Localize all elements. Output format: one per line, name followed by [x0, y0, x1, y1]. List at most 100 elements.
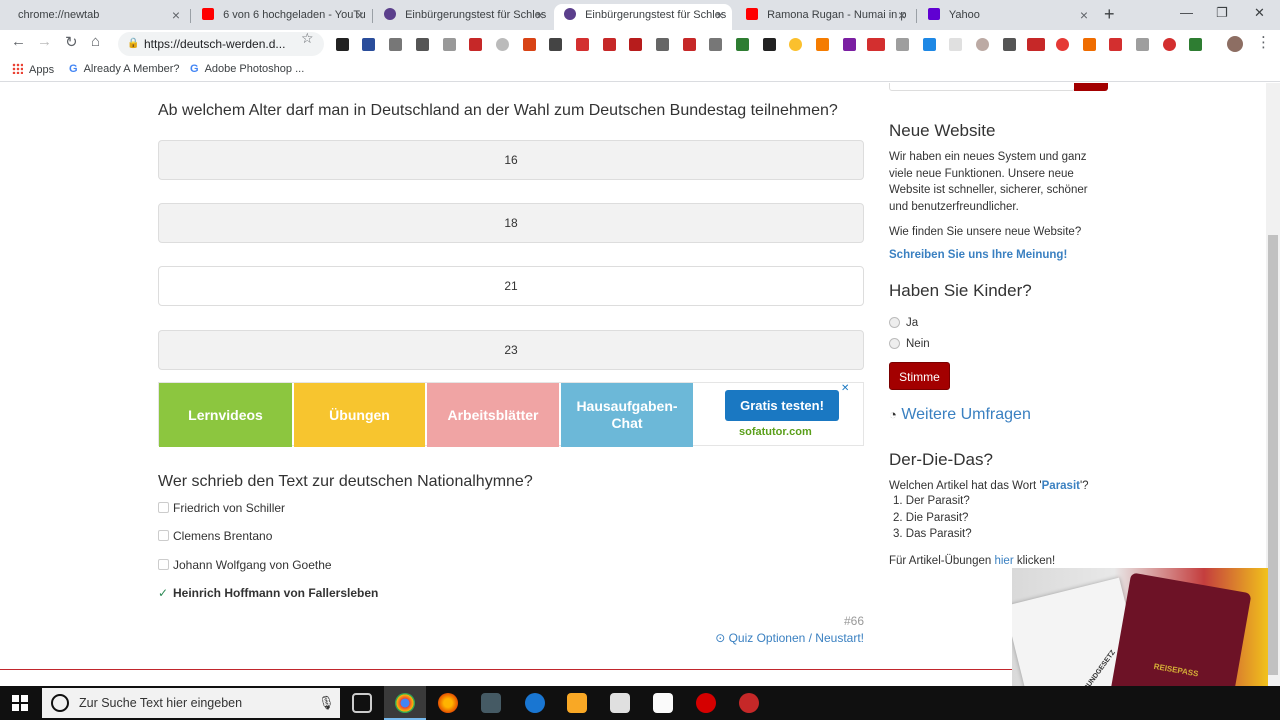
close-tab-icon[interactable]: ×: [536, 4, 544, 26]
page-scrollbar[interactable]: [1266, 83, 1280, 686]
poll-option-yes[interactable]: Ja: [889, 317, 918, 329]
extension-icon[interactable]: [469, 38, 482, 51]
extension-icon[interactable]: [816, 38, 829, 51]
poll-option-no[interactable]: Nein: [889, 338, 930, 350]
new-tab-button[interactable]: +: [1104, 4, 1115, 25]
checkbox-icon[interactable]: [158, 502, 169, 513]
extension-icon[interactable]: [1136, 38, 1149, 51]
answer-option[interactable]: 23: [158, 330, 864, 370]
minimize-icon[interactable]: —: [1180, 5, 1193, 20]
taskbar-search-input[interactable]: Zur Suche Text hier eingeben 🎙: [42, 688, 340, 718]
close-tab-icon[interactable]: ×: [1080, 4, 1088, 26]
restore-icon[interactable]: ❐: [1216, 5, 1228, 21]
extension-icon[interactable]: [629, 38, 642, 51]
search-button[interactable]: [1074, 83, 1108, 91]
file-explorer-icon[interactable]: [567, 693, 587, 713]
extension-icon[interactable]: [1003, 38, 1016, 51]
bookmark-item[interactable]: G Already A Member?: [69, 63, 180, 75]
reload-icon[interactable]: ↻: [65, 33, 78, 51]
gmail-icon[interactable]: [1109, 38, 1122, 51]
extension-icon[interactable]: [603, 38, 616, 51]
extension-icon[interactable]: [763, 38, 776, 51]
ad-segment[interactable]: Arbeitsblätter: [427, 383, 559, 447]
search-input[interactable]: [889, 83, 1075, 91]
extension-icon[interactable]: [389, 38, 402, 51]
extension-icon[interactable]: [336, 38, 349, 51]
extension-icon[interactable]: [549, 38, 562, 51]
windows-start-icon[interactable]: [12, 695, 28, 711]
extension-icon[interactable]: [1056, 38, 1069, 51]
ad-close-icon[interactable]: ✕: [841, 383, 849, 394]
article-option[interactable]: 2. Die Parasit?: [889, 510, 972, 527]
chrome-icon[interactable]: [395, 693, 415, 713]
answer-checkbox-option[interactable]: Friedrich von Schiller: [158, 501, 285, 515]
save-app-icon[interactable]: [481, 693, 501, 713]
extension-icon[interactable]: [896, 38, 909, 51]
profile-avatar[interactable]: [1227, 36, 1243, 52]
checkbox-icon[interactable]: [158, 559, 169, 570]
extension-icon[interactable]: [443, 38, 456, 51]
window-close-icon[interactable]: ✕: [1254, 5, 1265, 21]
word-link[interactable]: Parasit: [1042, 480, 1080, 492]
extension-icon[interactable]: [736, 38, 749, 51]
extension-icon[interactable]: [843, 38, 856, 51]
extension-icon[interactable]: [576, 38, 589, 51]
ad-segment[interactable]: Hausaufgaben-Chat: [561, 383, 693, 447]
store-icon[interactable]: [610, 693, 630, 713]
close-tab-icon[interactable]: ×: [716, 4, 724, 26]
close-tab-icon[interactable]: ×: [356, 4, 364, 26]
extension-icon[interactable]: [656, 38, 669, 51]
bookmark-apps[interactable]: Apps: [12, 63, 54, 76]
ad-segment[interactable]: Lernvideos: [159, 383, 292, 447]
browser-tab[interactable]: chrome://newtab ×: [8, 4, 188, 30]
home-icon[interactable]: ⌂: [91, 33, 100, 50]
extension-icon[interactable]: [362, 38, 375, 51]
extension-icon[interactable]: [789, 38, 802, 51]
bookmark-item[interactable]: G Adobe Photoshop ...: [190, 63, 304, 75]
extension-icon[interactable]: [496, 38, 509, 51]
answer-option[interactable]: 16: [158, 140, 864, 180]
article-option[interactable]: 3. Das Parasit?: [889, 526, 972, 543]
task-view-icon[interactable]: [352, 693, 372, 713]
back-icon[interactable]: ←: [11, 33, 26, 50]
vote-button[interactable]: Stimme: [889, 362, 950, 390]
firefox-icon[interactable]: [438, 693, 458, 713]
checkbox-icon[interactable]: [158, 530, 169, 541]
ad-segment[interactable]: Übungen: [294, 383, 425, 447]
extension-icon[interactable]: [523, 38, 536, 51]
extension-icon[interactable]: [1189, 38, 1202, 51]
quiz-options-link[interactable]: ⊙ Quiz Optionen / Neustart!: [715, 631, 864, 645]
extension-icon[interactable]: [416, 38, 429, 51]
counter-badge-icon[interactable]: [1027, 38, 1045, 51]
bookmark-star-icon[interactable]: ☆: [301, 30, 314, 47]
answer-option[interactable]: 21: [158, 266, 864, 306]
more-polls-link[interactable]: ◔ Weitere Umfragen: [889, 406, 1031, 424]
extension-icon[interactable]: [709, 38, 722, 51]
opera-icon[interactable]: [696, 693, 716, 713]
app-icon[interactable]: [739, 693, 759, 713]
mail-badge-icon[interactable]: [867, 38, 885, 51]
extension-icon[interactable]: [923, 38, 936, 51]
advertisement-banner[interactable]: Lernvideos Übungen Arbeitsblätter Hausau…: [158, 382, 864, 447]
article-option[interactable]: 1. Der Parasit?: [889, 493, 972, 510]
close-tab-icon[interactable]: ×: [172, 4, 180, 26]
extension-icon[interactable]: [1083, 38, 1096, 51]
extension-icon[interactable]: [1163, 38, 1176, 51]
browser-tab[interactable]: Ramona Rugan - Numai in p ×: [736, 4, 914, 30]
menu-kebab-icon[interactable]: ⋮: [1256, 33, 1271, 51]
close-tab-icon[interactable]: ×: [898, 4, 906, 26]
feedback-link[interactable]: Schreiben Sie uns Ihre Meinung!: [889, 249, 1067, 261]
ad-cta-button[interactable]: Gratis testen!: [725, 390, 839, 421]
answer-checkbox-option[interactable]: Clemens Brentano: [158, 529, 272, 543]
browser-tab[interactable]: Yahoo ×: [918, 4, 1096, 30]
extension-icon[interactable]: [976, 38, 989, 51]
answer-option[interactable]: 18: [158, 203, 864, 243]
radio-icon[interactable]: [889, 338, 900, 349]
browser-tab[interactable]: Einbürgerungstest für Schles ×: [374, 4, 552, 30]
answer-checkbox-option[interactable]: Johann Wolfgang von Goethe: [158, 558, 332, 572]
scrollbar-thumb[interactable]: [1268, 235, 1278, 675]
answer-checkbox-option-correct[interactable]: ✓ Heinrich Hoffmann von Fallersleben: [158, 586, 378, 600]
browser-tab-active[interactable]: Einbürgerungstest für Schles ×: [554, 4, 732, 30]
edge-icon[interactable]: [525, 693, 545, 713]
radio-icon[interactable]: [889, 317, 900, 328]
